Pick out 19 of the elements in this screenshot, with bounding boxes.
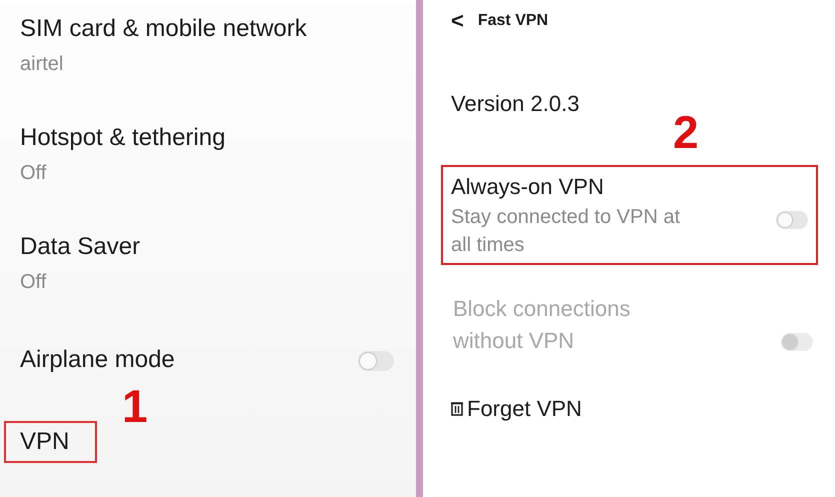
option-title[interactable]: Forget VPN	[467, 393, 582, 425]
setting-title[interactable]: Airplane mode	[20, 343, 175, 377]
setting-title[interactable]: SIM card & mobile network	[20, 12, 394, 46]
option-description: Stay connected to VPN at all times	[451, 205, 682, 258]
screen-title: Fast VPN	[478, 12, 548, 30]
setting-title[interactable]: Hotspot & tethering	[20, 121, 394, 155]
setting-value: airtel	[20, 52, 64, 77]
toggle-switch[interactable]	[358, 351, 394, 371]
step-number: 2	[673, 105, 699, 159]
step-number: 1	[122, 379, 148, 433]
setting-title[interactable]: VPN	[4, 421, 98, 463]
version-text: Version 2.0.3	[451, 91, 580, 117]
setting-value: Off	[20, 161, 48, 186]
toggle-switch[interactable]	[776, 211, 808, 229]
option-title[interactable]: Always-on VPN	[451, 171, 687, 203]
back-button[interactable]: <	[451, 8, 464, 34]
trash-icon[interactable]	[451, 402, 463, 416]
setting-value: Off	[20, 270, 48, 295]
setting-title[interactable]: Data Saver	[20, 230, 394, 264]
